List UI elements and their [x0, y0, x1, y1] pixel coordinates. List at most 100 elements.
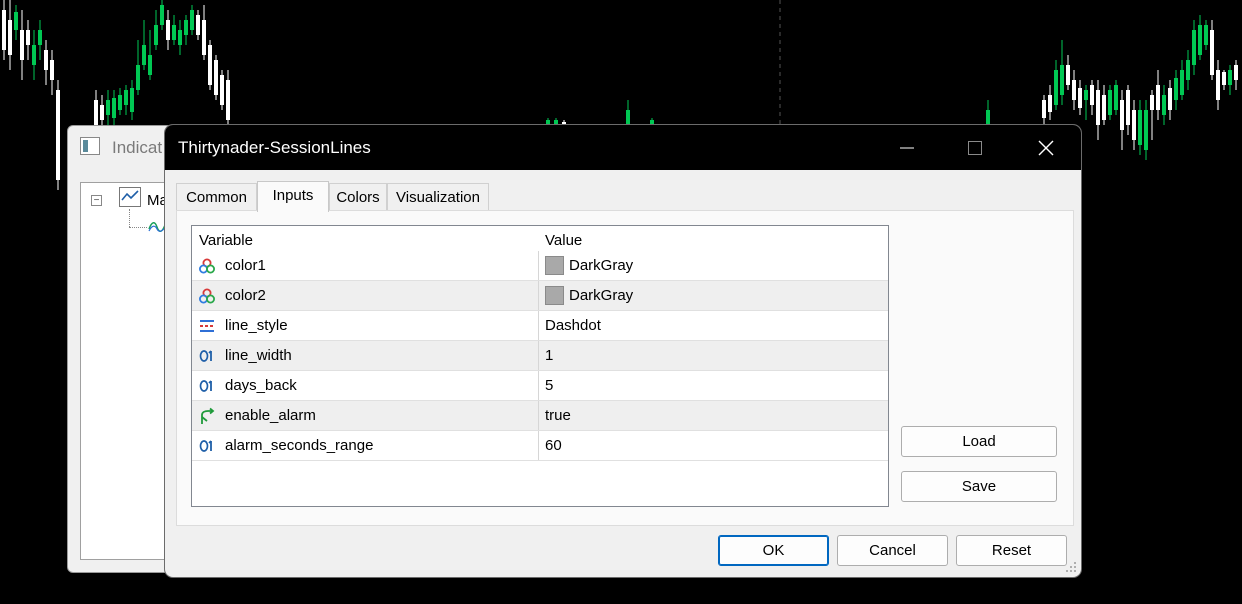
minimize-button[interactable] — [872, 125, 942, 170]
tab-colors[interactable]: Colors — [329, 183, 387, 211]
line-style-icon — [200, 320, 214, 332]
candle-body — [196, 15, 200, 35]
window-app-icon — [80, 137, 100, 155]
value-cell[interactable]: Dashdot — [545, 317, 601, 334]
candle-body — [1234, 65, 1238, 80]
candle-body — [202, 20, 206, 55]
candle-body — [1096, 90, 1100, 125]
candle-body — [1150, 95, 1154, 110]
indicator-wave-icon — [148, 222, 166, 232]
input-row-days-back[interactable]: days_back 5 — [192, 371, 888, 401]
integer-icon — [199, 350, 212, 362]
tab-inputs[interactable]: Inputs — [257, 181, 329, 212]
candle-body — [160, 5, 164, 25]
candle-body — [1120, 100, 1124, 130]
value-cell[interactable]: 60 — [545, 437, 562, 454]
dialog-titlebar[interactable]: Thirtynader-SessionLines — [165, 125, 1081, 170]
variable-cell: enable_alarm — [192, 401, 539, 430]
candle-body — [38, 30, 42, 45]
candle-body — [142, 45, 146, 65]
candle-body — [1078, 88, 1082, 108]
candle-body — [1054, 70, 1058, 105]
candle-body — [226, 80, 230, 120]
value-cell[interactable]: DarkGray — [569, 287, 633, 304]
candle-body — [100, 105, 104, 120]
candle-body — [124, 90, 128, 105]
variable-cell: color1 — [192, 251, 539, 280]
input-row-color1[interactable]: color1 DarkGray — [192, 251, 888, 281]
variable-cell: color2 — [192, 281, 539, 310]
maximize-icon — [968, 141, 982, 156]
candle-body — [1102, 95, 1106, 120]
inputs-grid[interactable]: Variable Value color1 DarkGray color2 Da… — [191, 225, 889, 507]
candle-body — [208, 45, 212, 85]
candle-body — [184, 20, 188, 35]
column-header-variable[interactable]: Variable — [199, 232, 253, 249]
candle-body — [1114, 85, 1118, 110]
tab-common[interactable]: Common — [176, 183, 257, 211]
ok-button[interactable]: OK — [718, 535, 829, 566]
column-header-value[interactable]: Value — [545, 232, 582, 249]
dialog-title: Thirtynader-SessionLines — [178, 138, 371, 157]
candle-body — [118, 95, 122, 110]
candle-body — [112, 98, 116, 118]
color-swatch — [545, 256, 564, 275]
input-row-line-width[interactable]: line_width 1 — [192, 341, 888, 371]
candle-body — [1180, 70, 1184, 95]
reset-button[interactable]: Reset — [956, 535, 1067, 566]
variable-name: line_width — [225, 347, 292, 364]
indicator-properties-dialog[interactable]: Thirtynader-SessionLines Common Inputs C… — [165, 125, 1081, 577]
candle-body — [1138, 110, 1142, 145]
candle-body — [130, 88, 134, 112]
variable-name: line_style — [225, 317, 288, 334]
load-button[interactable]: Load — [901, 426, 1057, 457]
value-cell[interactable]: 1 — [545, 347, 553, 364]
candle-body — [8, 20, 12, 55]
candle-body — [1204, 25, 1208, 45]
candle-body — [1174, 78, 1178, 100]
value-cell[interactable]: true — [545, 407, 571, 424]
input-row-color2[interactable]: color2 DarkGray — [192, 281, 888, 311]
candle-body — [32, 45, 36, 65]
candle-body — [1108, 90, 1112, 115]
variable-cell: line_width — [192, 341, 539, 370]
candle-body — [1084, 90, 1088, 100]
candle-body — [1126, 90, 1130, 125]
variable-name: enable_alarm — [225, 407, 316, 424]
input-row-line-style[interactable]: line_style Dashdot — [192, 311, 888, 341]
candle-body — [94, 100, 98, 125]
candle-body — [1192, 30, 1196, 65]
resize-grip-icon[interactable] — [1065, 561, 1077, 573]
candle-body — [1144, 110, 1148, 150]
color-icon — [199, 258, 215, 274]
input-row-enable-alarm[interactable]: enable_alarm true — [192, 401, 888, 431]
tab-visualization[interactable]: Visualization — [387, 183, 489, 211]
candle-body — [136, 65, 140, 90]
boolean-icon — [201, 407, 215, 424]
value-cell[interactable]: 5 — [545, 377, 553, 394]
maximize-button[interactable] — [940, 125, 1010, 170]
cancel-button[interactable]: Cancel — [837, 535, 948, 566]
candle-body — [190, 10, 194, 30]
variable-name: color1 — [225, 257, 266, 274]
value-cell[interactable]: DarkGray — [569, 257, 633, 274]
input-row-alarm-seconds-range[interactable]: alarm_seconds_range 60 — [192, 431, 888, 461]
collapse-icon[interactable]: − — [91, 195, 102, 206]
inputs-panel: Variable Value color1 DarkGray color2 Da… — [176, 210, 1074, 526]
variable-cell: line_style — [192, 311, 539, 340]
color-icon — [199, 288, 215, 304]
integer-icon — [199, 440, 212, 452]
candle-body — [2, 10, 6, 50]
candle-body — [1060, 65, 1064, 95]
close-button[interactable] — [1011, 125, 1081, 170]
tree-connector — [129, 227, 147, 229]
save-button[interactable]: Save — [901, 471, 1057, 502]
candle-body — [1090, 85, 1094, 105]
variable-name: days_back — [225, 377, 297, 394]
candle-body — [1156, 85, 1160, 110]
candle-body — [166, 20, 170, 40]
candle-body — [1066, 65, 1070, 85]
candle-body — [1048, 95, 1052, 112]
candle-body — [986, 110, 990, 126]
candle-body — [1042, 100, 1046, 118]
